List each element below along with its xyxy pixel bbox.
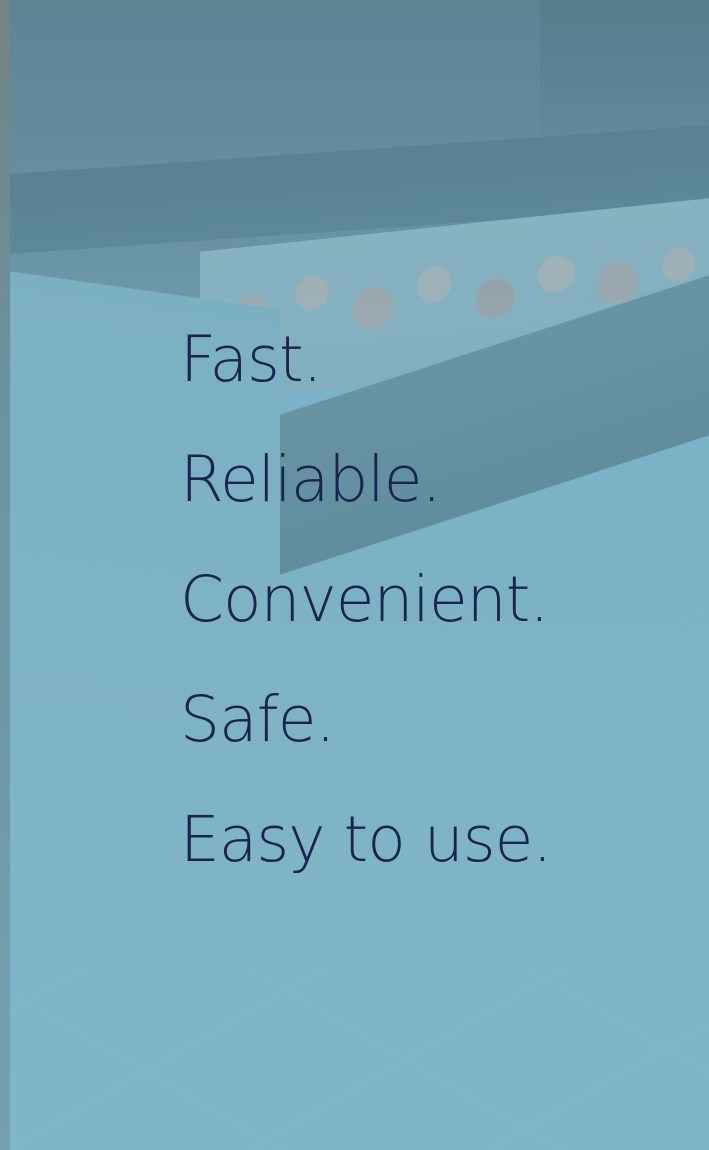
- tagline-reliable: Reliable.: [180, 443, 442, 516]
- hero-section: Fast. Reliable. Convenient. Safe. Easy t…: [0, 0, 709, 1150]
- tagline-convenient: Convenient.: [180, 563, 549, 636]
- tagline-easy-to-use: Easy to use.: [180, 803, 552, 876]
- tagline-safe: Safe.: [180, 683, 336, 756]
- tagline-fast: Fast.: [180, 323, 323, 396]
- tagline-list: Fast. Reliable. Convenient. Safe. Easy t…: [180, 300, 552, 900]
